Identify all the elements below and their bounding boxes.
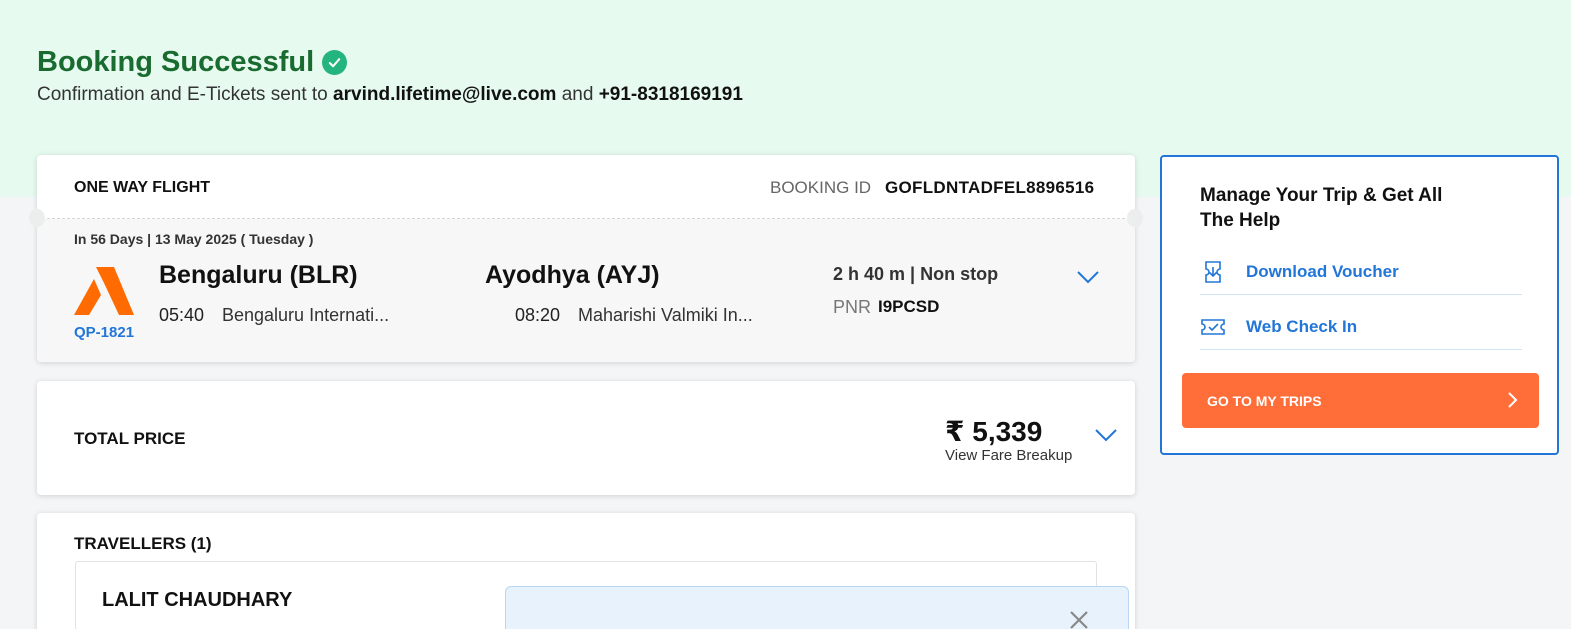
- feedback-popup: [505, 586, 1129, 629]
- ticket-notch-right: [1127, 209, 1143, 227]
- manage-trip-panel: Manage Your Trip & Get All The Help Down…: [1160, 155, 1559, 455]
- airline-logo: [74, 265, 134, 317]
- close-icon[interactable]: [1068, 609, 1090, 629]
- flight-segment: In 56 Days | 13 May 2025 ( Tuesday ) QP-…: [37, 219, 1135, 362]
- arrival-time: 08:20: [515, 305, 561, 325]
- download-voucher-link[interactable]: Download Voucher: [1200, 249, 1522, 295]
- download-voucher-label: Download Voucher: [1246, 261, 1399, 281]
- chevron-right-icon: [1507, 391, 1519, 409]
- go-to-my-trips-label: GO TO MY TRIPS: [1207, 392, 1322, 409]
- ticket-notch-left: [29, 209, 45, 227]
- origin-airport: Bengaluru Internati...: [222, 305, 390, 325]
- manage-trip-title: Manage Your Trip & Get All The Help: [1200, 185, 1443, 231]
- booking-id-label: BOOKING ID: [770, 178, 872, 197]
- contact-phone: +91-8318169191: [598, 84, 743, 105]
- subtitle-prefix: Confirmation and E-Tickets sent to: [37, 84, 328, 105]
- trip-type: ONE WAY FLIGHT: [74, 179, 211, 196]
- total-price-amount: ₹ 5,339: [945, 416, 1043, 447]
- destination-airport: Maharishi Valmiki In...: [578, 305, 753, 325]
- ticket-icon: [1200, 314, 1226, 340]
- booking-id-value: GOFLDNTADFEL8896516: [885, 178, 1095, 197]
- flight-duration: 2 h 40 m | Non stop: [833, 264, 999, 284]
- view-fare-breakup-link[interactable]: View Fare Breakup: [945, 447, 1072, 464]
- travellers-title: TRAVELLERS (1): [74, 534, 212, 553]
- subtitle-conjunction: and: [561, 84, 594, 105]
- flight-number: QP-1821: [74, 324, 135, 341]
- confirmation-subtitle: Confirmation and E-Tickets sent to arvin…: [37, 84, 743, 106]
- page-title-text: Booking Successful: [37, 46, 315, 78]
- destination-city: Ayodhya (AYJ): [485, 261, 660, 289]
- total-price-card: TOTAL PRICE ₹ 5,339 View Fare Breakup: [37, 381, 1135, 495]
- voucher-icon: [1200, 259, 1226, 285]
- pnr-value: I9PCSD: [878, 297, 940, 316]
- traveller-name: LALIT CHAUDHARY: [102, 589, 293, 611]
- contact-email: arvind.lifetime@live.com: [333, 84, 557, 105]
- travel-date: In 56 Days | 13 May 2025 ( Tuesday ): [74, 231, 314, 247]
- web-check-in-label: Web Check In: [1246, 316, 1358, 336]
- go-to-my-trips-button[interactable]: GO TO MY TRIPS: [1182, 373, 1539, 428]
- departure-time: 05:40: [159, 305, 205, 325]
- total-price-label: TOTAL PRICE: [74, 429, 186, 448]
- web-check-in-link[interactable]: Web Check In: [1200, 304, 1522, 350]
- ticket-divider: [37, 218, 1135, 219]
- pnr-label: PNR: [833, 297, 872, 317]
- expand-price-chevron-icon[interactable]: [1094, 428, 1118, 442]
- origin-city: Bengaluru (BLR): [159, 261, 358, 289]
- expand-flight-chevron-icon[interactable]: [1076, 270, 1100, 284]
- check-circle-icon: [322, 50, 348, 75]
- flight-details-card: ONE WAY FLIGHT BOOKING ID GOFLDNTADFEL88…: [29, 155, 1143, 362]
- flight-card-header: ONE WAY FLIGHT BOOKING ID GOFLDNTADFEL88…: [37, 155, 1135, 219]
- page-title: Booking Successful: [37, 46, 348, 79]
